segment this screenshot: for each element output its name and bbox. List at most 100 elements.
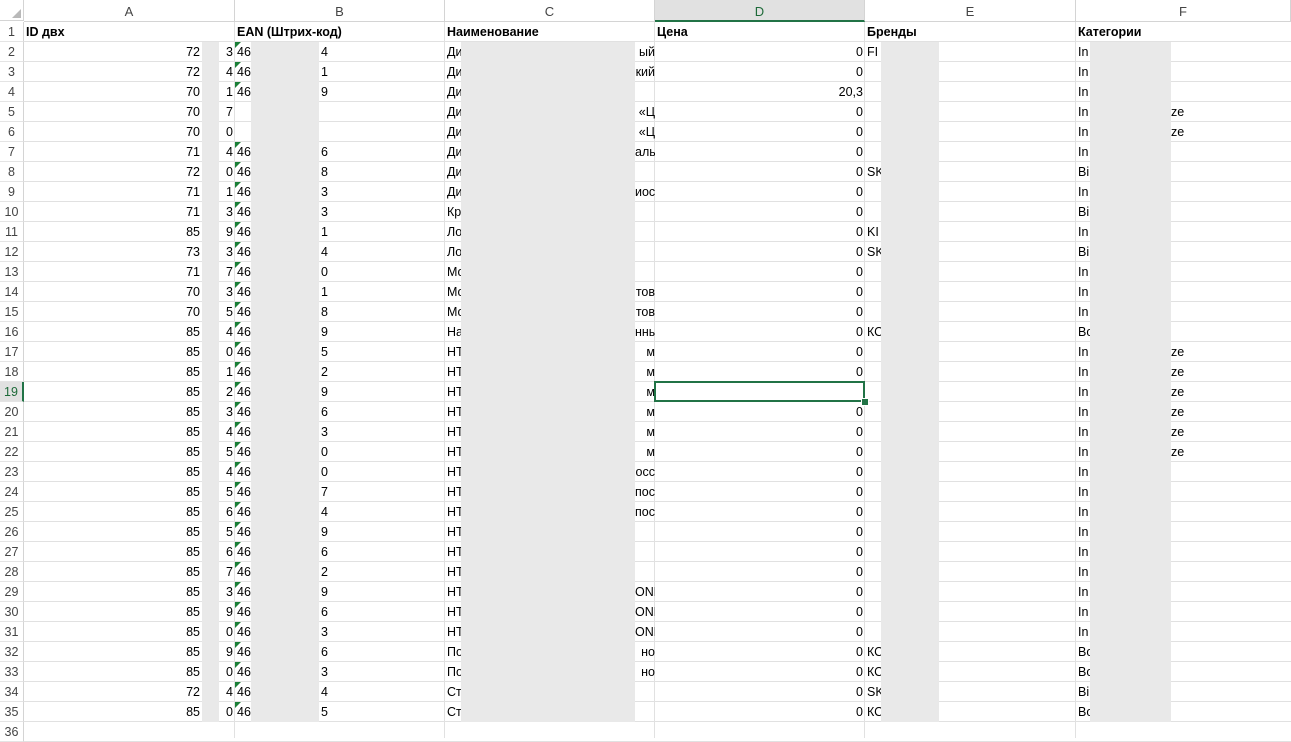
header-cell-id[interactable]: ID двх xyxy=(24,22,235,42)
row-header-1[interactable]: 1 xyxy=(0,22,24,42)
name-cell-suffix[interactable] xyxy=(635,522,655,542)
price-cell[interactable]: 0 xyxy=(655,642,865,662)
ean-cell-suffix[interactable]: 3 xyxy=(319,202,349,222)
row-header-28[interactable]: 28 xyxy=(0,562,24,582)
cell-grid[interactable]: ID двх EAN (Штрих-код) Наименование Цена Бре… xyxy=(24,22,1291,742)
id-cell-prefix[interactable]: 85 xyxy=(24,382,202,402)
ean-cell-suffix[interactable]: 6 xyxy=(319,142,349,162)
id-cell-suffix[interactable]: 7 xyxy=(219,102,235,122)
id-cell-prefix[interactable]: 71 xyxy=(24,202,202,222)
id-cell-prefix[interactable]: 70 xyxy=(24,102,202,122)
column-header-e[interactable]: E xyxy=(865,0,1076,22)
price-cell[interactable]: 0 xyxy=(655,142,865,162)
category-cell-suffix[interactable]: ze xyxy=(1169,382,1209,402)
name-cell-suffix[interactable]: но xyxy=(635,662,655,682)
ean-cell-suffix[interactable]: 7 xyxy=(319,482,349,502)
price-cell[interactable]: 0 xyxy=(655,522,865,542)
row-header-36[interactable]: 36 xyxy=(0,722,24,742)
id-cell-prefix[interactable]: 70 xyxy=(24,122,202,142)
price-cell[interactable]: 0 xyxy=(655,422,865,442)
ean-cell-suffix[interactable]: 6 xyxy=(319,642,349,662)
row-header-17[interactable]: 17 xyxy=(0,342,24,362)
ean-cell-suffix[interactable]: 1 xyxy=(319,282,349,302)
id-cell-prefix[interactable]: 85 xyxy=(24,522,202,542)
ean-cell-suffix[interactable]: 3 xyxy=(319,622,349,642)
name-cell-suffix[interactable]: «Ц xyxy=(635,122,655,142)
select-all-corner[interactable] xyxy=(0,0,24,21)
name-cell-suffix[interactable]: ONF xyxy=(635,602,655,622)
id-cell-suffix[interactable]: 0 xyxy=(219,162,235,182)
category-cell-suffix[interactable] xyxy=(1169,702,1209,722)
price-cell[interactable]: 0 xyxy=(655,222,865,242)
row-header-32[interactable]: 32 xyxy=(0,642,24,662)
category-cell-suffix[interactable] xyxy=(1169,162,1209,182)
ean-cell-suffix[interactable]: 5 xyxy=(319,342,349,362)
name-cell-suffix[interactable]: м xyxy=(635,442,655,462)
row-header-8[interactable]: 8 xyxy=(0,162,24,182)
category-cell-suffix[interactable]: ze xyxy=(1169,442,1209,462)
row-header-3[interactable]: 3 xyxy=(0,62,24,82)
category-cell-suffix[interactable] xyxy=(1169,222,1209,242)
column-header-f[interactable]: F xyxy=(1076,0,1291,22)
name-cell-suffix[interactable]: но xyxy=(635,642,655,662)
ean-cell-suffix[interactable]: 2 xyxy=(319,562,349,582)
id-cell-prefix[interactable]: 85 xyxy=(24,322,202,342)
category-cell-suffix[interactable] xyxy=(1169,622,1209,642)
header-cell-brand[interactable]: Бренды xyxy=(865,22,1076,42)
price-cell[interactable]: 0 xyxy=(655,442,865,462)
ean-cell-suffix[interactable]: 4 xyxy=(319,42,349,62)
id-cell-suffix[interactable]: 9 xyxy=(219,642,235,662)
category-cell-suffix[interactable]: ze xyxy=(1169,362,1209,382)
name-cell-suffix[interactable]: иос xyxy=(635,182,655,202)
name-cell-suffix[interactable]: «Ц xyxy=(635,102,655,122)
header-cell-name[interactable]: Наименование xyxy=(445,22,655,42)
row-header-21[interactable]: 21 xyxy=(0,422,24,442)
row-header-25[interactable]: 25 xyxy=(0,502,24,522)
id-cell-suffix[interactable]: 6 xyxy=(219,542,235,562)
price-cell[interactable]: 20,3 xyxy=(655,82,865,102)
id-cell-prefix[interactable]: 85 xyxy=(24,482,202,502)
id-cell-prefix[interactable]: 85 xyxy=(24,402,202,422)
ean-cell-suffix[interactable]: 3 xyxy=(319,422,349,442)
price-cell[interactable]: 0 xyxy=(655,662,865,682)
category-cell-suffix[interactable]: ze xyxy=(1169,402,1209,422)
id-cell-prefix[interactable]: 71 xyxy=(24,182,202,202)
name-cell-suffix[interactable] xyxy=(635,562,655,582)
price-cell[interactable]: 0 xyxy=(655,462,865,482)
id-cell-suffix[interactable]: 5 xyxy=(219,302,235,322)
ean-cell-suffix[interactable]: 0 xyxy=(319,442,349,462)
row-header-9[interactable]: 9 xyxy=(0,182,24,202)
id-cell-prefix[interactable]: 85 xyxy=(24,342,202,362)
id-cell-prefix[interactable]: 85 xyxy=(24,602,202,622)
name-cell-suffix[interactable] xyxy=(635,202,655,222)
price-cell[interactable]: 0 xyxy=(655,622,865,642)
id-cell-suffix[interactable]: 5 xyxy=(219,482,235,502)
id-cell-prefix[interactable]: 85 xyxy=(24,542,202,562)
id-cell-prefix[interactable]: 70 xyxy=(24,282,202,302)
ean-cell-suffix[interactable]: 1 xyxy=(319,62,349,82)
price-cell[interactable]: 0 xyxy=(655,302,865,322)
name-cell-suffix[interactable]: м xyxy=(635,362,655,382)
row-header-29[interactable]: 29 xyxy=(0,582,24,602)
price-cell[interactable]: 0 xyxy=(655,202,865,222)
ean-cell-suffix[interactable]: 9 xyxy=(319,522,349,542)
row-header-14[interactable]: 14 xyxy=(0,282,24,302)
name-cell-suffix[interactable]: аль xyxy=(635,142,655,162)
category-cell-suffix[interactable] xyxy=(1169,602,1209,622)
row-header-27[interactable]: 27 xyxy=(0,542,24,562)
row-header-10[interactable]: 10 xyxy=(0,202,24,222)
id-cell-suffix[interactable]: 1 xyxy=(219,82,235,102)
spreadsheet[interactable]: ABCDEF 1 2 3 4 5 6 7 8 9 10 11 12 13 14 15 16 17 18 19 20 21… xyxy=(0,0,1291,742)
name-cell-suffix[interactable] xyxy=(635,542,655,562)
row-header-2[interactable]: 2 xyxy=(0,42,24,62)
category-cell-suffix[interactable] xyxy=(1169,142,1209,162)
fill-handle[interactable] xyxy=(861,398,869,406)
id-cell-prefix[interactable]: 85 xyxy=(24,622,202,642)
row-header-12[interactable]: 12 xyxy=(0,242,24,262)
category-cell-suffix[interactable] xyxy=(1169,82,1209,102)
name-cell-suffix[interactable]: ый xyxy=(635,42,655,62)
id-cell-prefix[interactable]: 72 xyxy=(24,62,202,82)
id-cell-suffix[interactable]: 3 xyxy=(219,242,235,262)
id-cell-suffix[interactable]: 4 xyxy=(219,142,235,162)
row-header-34[interactable]: 34 xyxy=(0,682,24,702)
